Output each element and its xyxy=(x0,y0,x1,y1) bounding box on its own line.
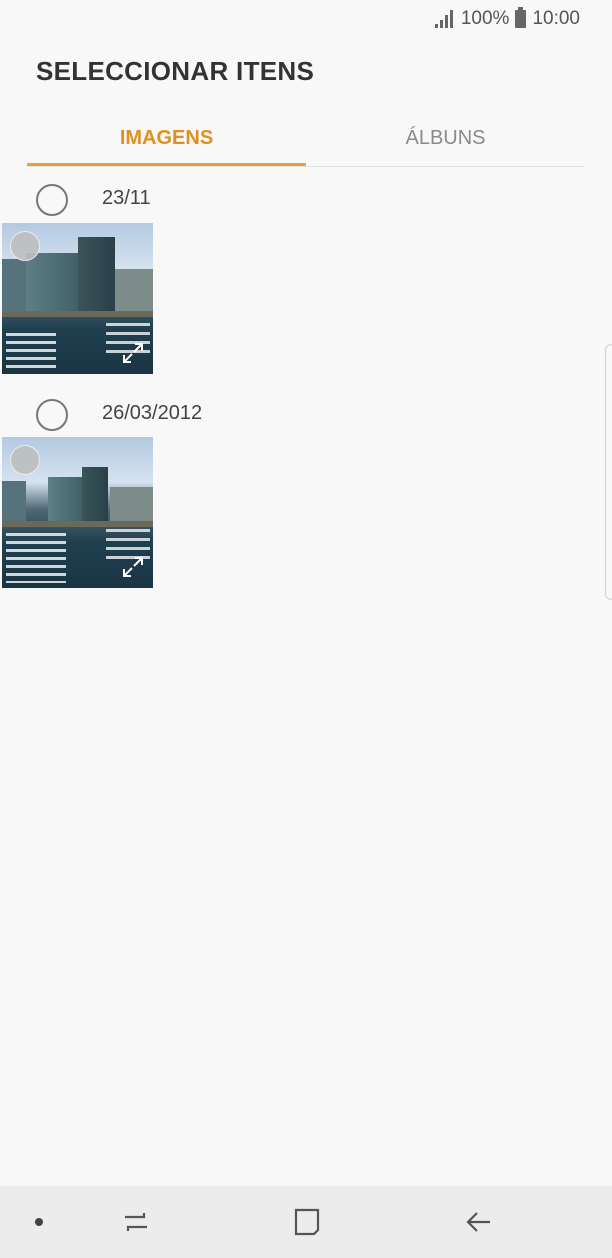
group-date: 26/03/2012 xyxy=(102,402,203,424)
select-image-checkbox[interactable] xyxy=(10,231,40,261)
signal-icon xyxy=(434,10,455,28)
select-group-checkbox[interactable] xyxy=(36,184,68,216)
tab-selected-indicator xyxy=(27,163,306,166)
battery-icon xyxy=(515,7,527,28)
select-image-checkbox[interactable] xyxy=(10,445,40,475)
clock: 10:00 xyxy=(532,8,580,29)
tab-label: ÁLBUNS xyxy=(405,126,486,149)
tab-bar: IMAGENS ÁLBUNS xyxy=(27,112,585,167)
tab-imagens[interactable]: IMAGENS xyxy=(27,112,306,166)
back-icon[interactable] xyxy=(458,1202,498,1242)
group-header: 26/03/2012 xyxy=(0,399,612,439)
select-group-checkbox[interactable] xyxy=(36,399,68,431)
home-icon[interactable] xyxy=(287,1202,327,1242)
page-title: SELECCIONAR ITENS xyxy=(36,56,315,86)
image-thumbnail[interactable] xyxy=(2,223,153,374)
recent-apps-icon[interactable] xyxy=(116,1202,156,1242)
edge-panel-handle[interactable] xyxy=(605,344,612,600)
tab-albuns[interactable]: ÁLBUNS xyxy=(306,112,585,164)
expand-icon[interactable] xyxy=(122,556,144,578)
status-bar: 100% 10:00 xyxy=(0,0,612,38)
group-header: 23/11 xyxy=(0,184,612,224)
expand-icon[interactable] xyxy=(122,342,144,364)
nav-dot-icon[interactable] xyxy=(35,1218,43,1226)
battery-percent: 100% xyxy=(460,8,510,29)
navigation-bar xyxy=(0,1186,612,1258)
group-date: 23/11 xyxy=(102,187,151,209)
tab-label: IMAGENS xyxy=(119,126,214,149)
image-thumbnail[interactable] xyxy=(2,437,153,588)
